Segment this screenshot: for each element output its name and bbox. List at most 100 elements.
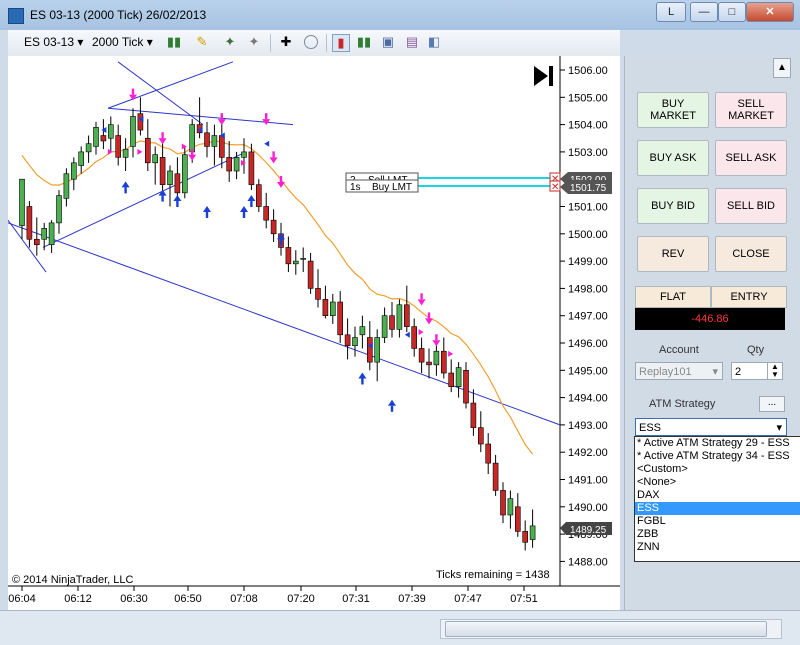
account-select[interactable]: Replay101 ▾ — [635, 362, 723, 380]
candle-body — [100, 135, 107, 142]
sell-arrow-stem — [420, 293, 423, 300]
stepper-arrows-icon[interactable]: ▲ ▼ — [767, 363, 782, 379]
atm-option[interactable]: * Active ATM Strategy 34 - ESS — [635, 450, 800, 463]
indicators-icon[interactable]: ▮▮ — [356, 34, 372, 50]
candle-body — [130, 116, 136, 147]
atm-option[interactable]: ZBB — [635, 528, 800, 541]
candle-body — [352, 337, 358, 347]
sell-arrow-stem — [220, 113, 223, 120]
sell-market-button[interactable]: SELL MARKET — [715, 92, 787, 128]
atm-option[interactable]: * Active ATM Strategy 29 - ESS — [635, 437, 800, 450]
maximize-icon[interactable]: □ — [718, 2, 746, 22]
toolbar-separator — [326, 34, 327, 52]
price-label: 1504.00 — [568, 120, 608, 132]
candle-body — [122, 148, 129, 158]
price-label: 1499.00 — [568, 256, 608, 268]
candle-body — [470, 402, 477, 428]
candle-body — [211, 135, 218, 147]
minimize-icon[interactable]: — — [690, 2, 718, 22]
eraser-icon[interactable]: ✦ — [246, 34, 262, 50]
candle-body — [359, 326, 366, 336]
atm-strategy-select[interactable]: ESS ▾ — [635, 418, 787, 436]
candle-body — [48, 222, 55, 246]
atm-option[interactable]: DAX — [635, 489, 800, 502]
buy-arrow-stem — [124, 187, 127, 194]
candle-body — [108, 124, 114, 139]
sell-arrow-stem — [161, 132, 164, 139]
sell-bid-button[interactable]: SELL BID — [715, 188, 787, 224]
properties-icon[interactable]: ▤ — [404, 34, 420, 50]
order-price-tags: 1502.00 1501.75 — [560, 172, 612, 194]
language-button[interactable]: L — [656, 2, 686, 22]
atm-more-button[interactable]: ... — [759, 396, 785, 412]
chart-trader-icon[interactable]: ▮ — [332, 34, 350, 52]
atm-option[interactable]: <None> — [635, 476, 800, 489]
copyright-text: © 2014 NinjaTrader, LLC — [12, 574, 133, 586]
atm-strategy-dropdown[interactable]: * Active ATM Strategy 29 - ESS * Active A… — [634, 436, 800, 562]
price-label: 1490.00 — [568, 502, 608, 514]
atm-option[interactable]: ZNN — [635, 541, 800, 554]
pencil-icon[interactable]: ✎ — [194, 34, 210, 50]
candle-body — [477, 427, 484, 445]
data-box-icon[interactable]: ◧ — [426, 34, 442, 50]
close-position-button[interactable]: CLOSE — [715, 236, 787, 272]
candle-body — [167, 170, 173, 185]
atm-strategy-label: ATM Strategy — [649, 398, 716, 410]
buy-market-button[interactable]: BUY MARKET — [637, 92, 709, 128]
sell-ask-button[interactable]: SELL ASK — [715, 140, 787, 176]
buy-bid-button[interactable]: BUY BID — [637, 188, 709, 224]
reverse-button[interactable]: REV — [637, 236, 709, 272]
zoom-icon[interactable] — [304, 35, 318, 49]
sell-arrow-stem — [279, 175, 283, 182]
candle-body — [300, 258, 307, 260]
sell-arrow-stem — [191, 148, 194, 155]
bottom-bar — [0, 610, 800, 645]
collapse-panel-icon[interactable]: ▲ — [773, 58, 791, 78]
candle-body — [263, 206, 269, 221]
svg-text:✕: ✕ — [551, 182, 559, 193]
buy-arrow-stem — [250, 201, 253, 208]
buy-arrow-stem — [361, 378, 364, 385]
atm-option[interactable]: ESS — [635, 502, 800, 515]
instrument-selector[interactable]: ES 03-13 ▾ — [24, 35, 83, 49]
buy-arrow-stem — [242, 211, 246, 218]
chevron-down-icon: ▾ — [712, 366, 718, 378]
candle-body — [389, 315, 395, 330]
qty-stepper[interactable]: 2 ▲ ▼ — [731, 362, 783, 380]
chart-canvas: 1506.001505.001504.001503.001502.001501.… — [7, 56, 620, 610]
time-label: 06:04 — [8, 593, 36, 605]
sell-arrow-stem — [265, 113, 268, 120]
price-label: 1492.00 — [568, 447, 608, 459]
time-label: 06:30 — [120, 593, 148, 605]
crosshair-icon[interactable]: ✚ — [278, 34, 294, 50]
title-bar: ES 03-13 (2000 Tick) 26/02/2013 L — □ ✕ — [0, 0, 800, 30]
atm-option[interactable]: <Custom> — [635, 463, 800, 476]
price-label: 1503.00 — [568, 147, 608, 159]
candle-body — [396, 304, 403, 330]
time-label: 07:39 — [398, 593, 426, 605]
price-chart[interactable]: 1506.001505.001504.001503.001502.001501.… — [7, 56, 620, 610]
buy-arrow-stem — [161, 195, 164, 202]
candle-body — [463, 369, 469, 404]
close-icon[interactable]: ✕ — [746, 2, 794, 22]
price-label: 1491.00 — [568, 475, 608, 487]
candle-body — [219, 135, 225, 158]
interval-selector[interactable]: 2000 Tick ▾ — [92, 35, 153, 49]
toolbar-separator — [270, 34, 271, 52]
candle-body — [522, 531, 529, 543]
buy-arrow-stem — [279, 239, 283, 246]
order-buy-qty: 1s — [350, 182, 361, 193]
buy-arrow-stem — [176, 201, 179, 208]
chart-scrollbar-thumb[interactable] — [445, 621, 767, 637]
buy-ask-button[interactable]: BUY ASK — [637, 140, 709, 176]
candle-body — [137, 113, 144, 131]
candle-body — [63, 173, 70, 199]
candle-body — [70, 162, 77, 180]
bar-type-icon[interactable]: ▮▮ — [166, 34, 182, 50]
time-label: 07:47 — [454, 593, 482, 605]
strategies-icon[interactable]: ▣ — [380, 34, 396, 50]
current-price-value: 1489.25 — [570, 525, 607, 536]
atm-option[interactable]: FGBL — [635, 515, 800, 528]
magnet-icon[interactable]: ✦ — [222, 34, 238, 50]
chevron-down-icon: ▾ — [776, 422, 782, 434]
